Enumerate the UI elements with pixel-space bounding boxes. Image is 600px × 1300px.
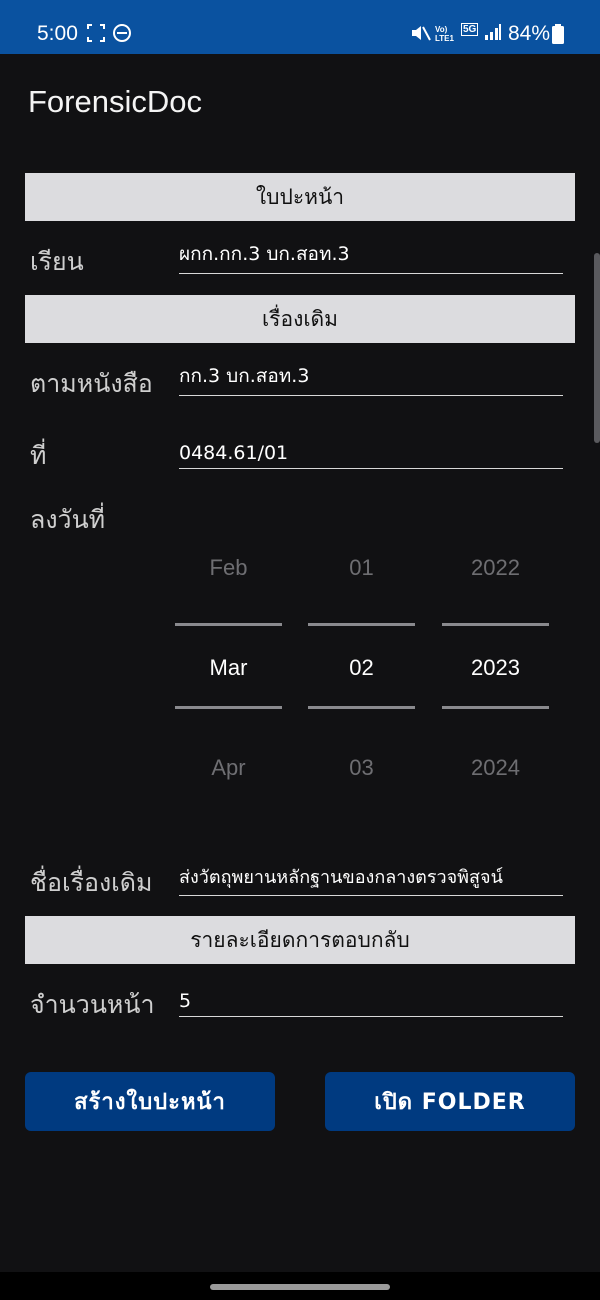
year-divider-bottom — [442, 706, 549, 709]
page-count-input[interactable]: 5 — [179, 987, 563, 1017]
volte-label: Vo) LTE1 — [435, 25, 454, 43]
subject-label: ชื่อเรื่องเดิม — [30, 868, 153, 897]
month-spinner[interactable]: Feb Mar Apr — [175, 540, 282, 800]
home-gesture-handle[interactable] — [210, 1284, 390, 1290]
mute-icon — [410, 23, 432, 47]
year-prev[interactable]: 2022 — [442, 555, 549, 581]
month-prev[interactable]: Feb — [175, 555, 282, 581]
status-bar: 5:00 Vo) LTE1 5G 84% — [0, 0, 600, 54]
ref-number-input[interactable]: 0484.61/01 — [179, 439, 563, 469]
signal-icon — [484, 23, 502, 45]
date-label: ลงวันที่ — [30, 505, 106, 534]
ref-number-label: ที่ — [30, 441, 47, 470]
per-letter-input[interactable]: กก.3 บก.สอท.3 — [179, 365, 563, 396]
battery-icon — [552, 24, 564, 48]
page-count-label: จำนวนหน้า — [30, 990, 155, 1019]
day-selected[interactable]: 02 — [308, 655, 415, 681]
app-title: ForensicDoc — [28, 84, 202, 119]
day-spinner[interactable]: 01 02 03 — [308, 540, 415, 800]
open-folder-button[interactable]: เปิด FOLDER — [325, 1072, 575, 1131]
month-selected[interactable]: Mar — [175, 655, 282, 681]
to-input[interactable]: ผกก.กก.3 บก.สอท.3 — [179, 243, 563, 274]
screenshot-frame-icon — [86, 23, 106, 47]
day-prev[interactable]: 01 — [308, 555, 415, 581]
network-type-label: 5G — [461, 23, 479, 36]
year-spinner[interactable]: 2022 2023 2024 — [442, 540, 549, 800]
do-not-disturb-icon — [112, 23, 132, 47]
month-next[interactable]: Apr — [175, 755, 282, 781]
day-divider-bottom — [308, 706, 415, 709]
year-divider-top — [442, 623, 549, 626]
day-divider-top — [308, 623, 415, 626]
create-cover-button[interactable]: สร้างใบปะหน้า — [25, 1072, 275, 1131]
subject-input[interactable]: ส่งวัตถุพยานหลักฐานของกลางตรวจพิสูจน์ — [179, 866, 563, 896]
section-header-cover: ใบปะหน้า — [25, 173, 575, 221]
section-header-original-matter: เรื่องเดิม — [25, 295, 575, 343]
month-divider-top — [175, 623, 282, 626]
year-selected[interactable]: 2023 — [442, 655, 549, 681]
battery-percent: 84% — [508, 22, 551, 45]
day-next[interactable]: 03 — [308, 755, 415, 781]
year-next[interactable]: 2024 — [442, 755, 549, 781]
per-letter-label: ตามหนังสือ — [30, 369, 153, 398]
scrollbar-thumb[interactable] — [594, 253, 600, 443]
to-label: เรียน — [30, 247, 84, 276]
status-time: 5:00 — [37, 22, 78, 45]
month-divider-bottom — [175, 706, 282, 709]
section-header-reply-details: รายละเอียดการตอบกลับ — [25, 916, 575, 964]
